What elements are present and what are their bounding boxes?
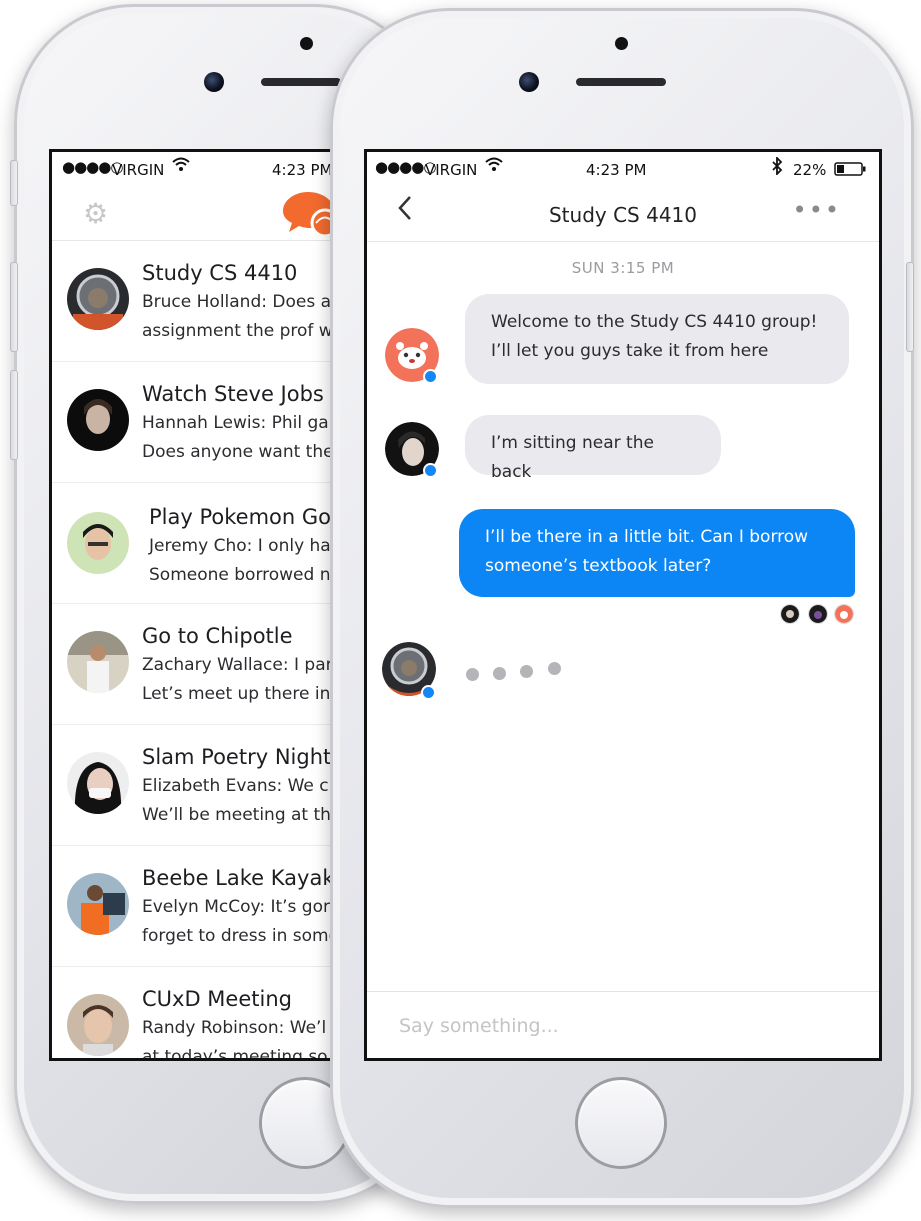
message-text-line1: I’m sitting near the back	[491, 433, 654, 482]
left-phone-mute-switch	[10, 160, 18, 206]
incoming-message-bubble: I’m sitting near the back	[465, 415, 721, 482]
right-phone-camera	[519, 72, 539, 92]
conversation-preview-line2: at today’s meeting so	[142, 1047, 328, 1061]
left-phone-speaker	[261, 78, 341, 86]
chat-screen: ●●●●○ VIRGIN 4:23 PM 22% Study CS 4410 •…	[364, 149, 882, 1061]
status-bar: ●●●●○ VIRGIN 4:23 PM	[52, 152, 342, 186]
conversation-preview-line2: Someone borrowed n	[149, 565, 331, 585]
conversation-row[interactable]: Beebe Lake Kayaking Evelyn McCoy: It’s g…	[52, 846, 342, 967]
incoming-message-bubble: Welcome to the Study CS 4410 group! I’ll…	[465, 294, 849, 384]
conversation-preview-line2: We’ll be meeting at th	[142, 805, 331, 825]
bluetooth-icon	[771, 155, 783, 179]
conversation-list-screen: ●●●●○ VIRGIN 4:23 PM ⚙ Study CS 4410 Bru…	[49, 149, 345, 1061]
conversation-row[interactable]: CUxD Meeting Randy Robinson: We’l at tod…	[52, 967, 342, 1061]
online-indicator	[423, 463, 438, 478]
message-timestamp: SUN 3:15 PM	[571, 259, 675, 277]
conversation-preview-line1: Elizabeth Evans: We c	[142, 776, 329, 796]
conversation-preview-line2: assignment the prof w	[142, 321, 333, 341]
settings-gear-icon[interactable]: ⚙	[83, 200, 108, 228]
left-phone-volume-down	[10, 370, 18, 460]
conversation-preview-line1: Evelyn McCoy: It’s gor	[142, 897, 330, 917]
status-bar: ●●●●○ VIRGIN 4:23 PM 22%	[367, 152, 879, 186]
conversation-row[interactable]: Go to Chipotle Zachary Wallace: I parl L…	[52, 604, 342, 725]
carrier-label: VIRGIN	[425, 161, 478, 179]
typing-indicator-dot	[548, 662, 561, 675]
message-input[interactable]	[397, 1010, 841, 1042]
typing-indicator-dot	[520, 665, 533, 678]
conversation-row[interactable]: Watch Steve Jobs Hannah Lewis: Phil ga D…	[52, 362, 342, 483]
message-text-line1: I’ll be there in a little bit. Can I bor…	[485, 527, 809, 547]
left-phone-camera	[204, 72, 224, 92]
conversation-title: Slam Poetry Night	[142, 745, 332, 769]
avatar	[67, 752, 129, 814]
read-receipt-avatar	[834, 604, 854, 624]
carrier-label: VIRGIN	[112, 161, 165, 179]
avatar	[67, 873, 129, 935]
left-phone-volume-up	[10, 262, 18, 352]
conversation-title: Beebe Lake Kayaking	[142, 866, 345, 890]
right-phone-sensor	[615, 37, 628, 50]
more-dots-icon[interactable]: •••	[793, 198, 841, 222]
message-text-line2: I’ll let you guys take it from here	[491, 341, 769, 361]
conversation-row[interactable]: Play Pokemon Gold Jeremy Cho: I only ha …	[52, 483, 342, 604]
message-text-line2: someone’s textbook later?	[485, 556, 712, 576]
avatar	[67, 512, 129, 574]
typing-indicator-dot	[493, 667, 506, 680]
message-composer	[367, 991, 879, 1058]
outgoing-message-bubble: I’ll be there in a little bit. Can I bor…	[459, 509, 855, 597]
conversation-row[interactable]: Study CS 4410 Bruce Holland: Does a assi…	[52, 241, 342, 362]
conversation-preview-line2: Let’s meet up there in	[142, 684, 331, 704]
left-phone-sensor	[300, 37, 313, 50]
avatar	[67, 389, 129, 451]
avatar	[67, 268, 129, 330]
conversation-preview-line1: Jeremy Cho: I only ha	[149, 536, 331, 556]
status-time: 4:23 PM	[586, 161, 647, 179]
conversation-preview-line1: Zachary Wallace: I parl	[142, 655, 338, 675]
read-receipt-avatar	[808, 604, 828, 624]
wifi-icon	[172, 156, 190, 176]
read-receipt-avatar	[780, 604, 800, 624]
chat-header: Study CS 4410 •••	[367, 186, 879, 242]
right-phone-power-button	[906, 262, 914, 352]
online-indicator	[423, 369, 438, 384]
conversation-title: CUxD Meeting	[142, 987, 292, 1011]
conversation-preview-line2: Does anyone want the	[142, 442, 334, 462]
conversation-title: Study CS 4410	[142, 261, 298, 285]
message-text-line1: Welcome to the Study CS 4410 group!	[491, 312, 818, 332]
conversation-preview-line1: Bruce Holland: Does a	[142, 292, 332, 312]
battery-icon	[834, 162, 866, 180]
battery-percent: 22%	[793, 161, 827, 179]
conversation-title: Go to Chipotle	[142, 624, 293, 648]
right-phone-home-button[interactable]	[575, 1077, 667, 1169]
avatar	[67, 994, 129, 1056]
status-time: 4:23 PM	[272, 161, 333, 179]
conversation-preview-line2: forget to dress in some	[142, 926, 340, 946]
conversation-preview-line1: Randy Robinson: We’l	[142, 1018, 327, 1038]
right-phone-speaker	[576, 78, 666, 86]
online-indicator	[421, 685, 436, 700]
wifi-icon	[485, 156, 503, 176]
typing-indicator-dot	[466, 668, 479, 681]
conversation-row[interactable]: Slam Poetry Night Elizabeth Evans: We c …	[52, 725, 342, 846]
avatar	[67, 631, 129, 693]
list-header: ⚙	[52, 186, 342, 241]
conversation-title: Watch Steve Jobs	[142, 382, 324, 406]
conversation-title: Play Pokemon Gold	[149, 505, 345, 529]
conversation-preview-line1: Hannah Lewis: Phil ga	[142, 413, 329, 433]
